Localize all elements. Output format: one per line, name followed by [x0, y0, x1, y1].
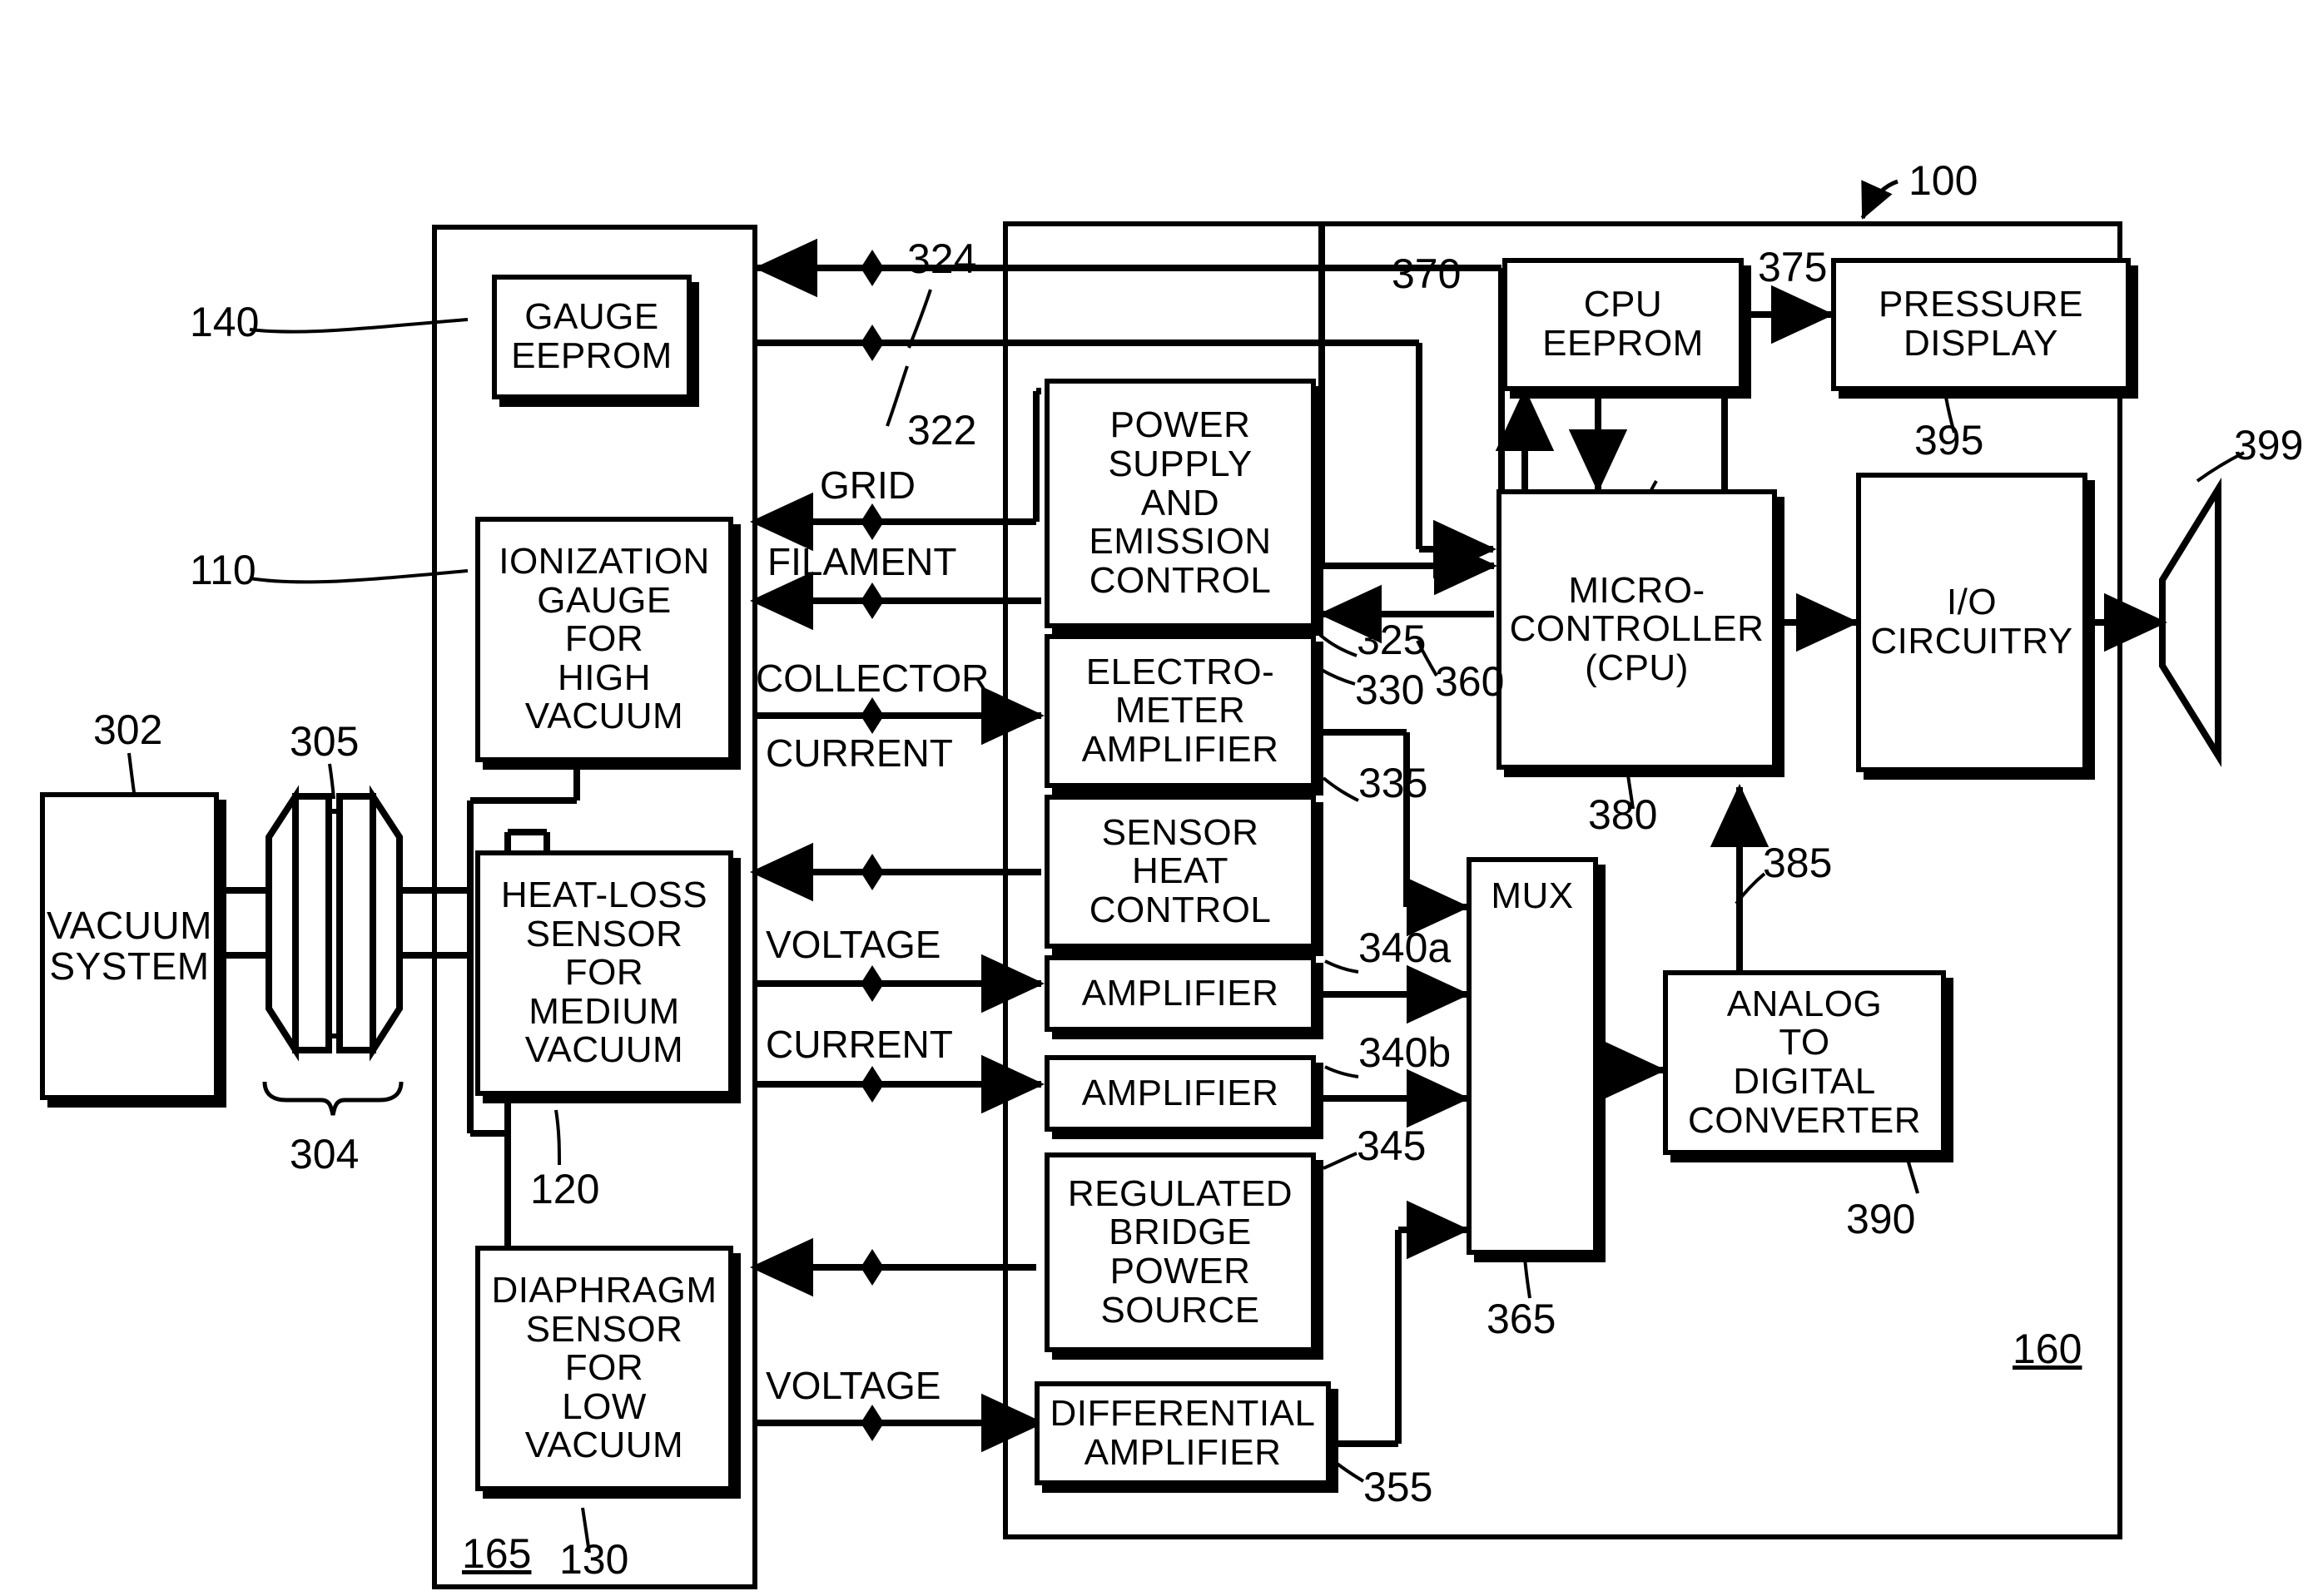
ref-324: 324	[907, 235, 977, 282]
block-heat-loss-sensor: HEAT-LOSS SENSOR FOR MEDIUM VACUUM	[475, 850, 733, 1096]
ref-302: 302	[93, 706, 163, 753]
block-label: CPU EEPROM	[1542, 284, 1704, 364]
ref-120: 120	[530, 1166, 600, 1212]
block-pressure-display: PRESSURE DISPLAY	[1831, 258, 2131, 391]
block-label: MUX	[1491, 875, 1574, 916]
block-label: VACUUM SYSTEM	[47, 904, 212, 988]
block-label: PRESSURE DISPLAY	[1878, 284, 2084, 364]
ref-345: 345	[1357, 1123, 1427, 1169]
block-label: AMPLIFIER	[1081, 972, 1279, 1014]
block-label: GAUGE EEPROM	[511, 296, 673, 376]
signal-label-ion-current: CURRENT	[766, 731, 953, 775]
signal-label-heatloss-current: CURRENT	[766, 1023, 953, 1066]
ref-370: 370	[1392, 250, 1462, 297]
ref-365: 365	[1487, 1296, 1556, 1342]
block-electrometer-amplifier: ELECTRO- METER AMPLIFIER	[1045, 634, 1316, 788]
block-amplifier-340b: AMPLIFIER	[1045, 1055, 1316, 1132]
block-label: I/O CIRCUITRY	[1870, 582, 2073, 662]
block-microcontroller: MICRO- CONTROLLER (CPU)	[1497, 489, 1777, 770]
ref-340a: 340a	[1358, 924, 1452, 971]
signal-label-heatloss-voltage: VOLTAGE	[766, 923, 941, 966]
block-amplifier-340a: AMPLIFIER	[1045, 955, 1316, 1032]
block-label: REGULATED BRIDGE POWER SOURCE	[1067, 1172, 1293, 1331]
ref-355: 355	[1363, 1464, 1433, 1510]
block-mux: MUX	[1467, 857, 1598, 1255]
block-vacuum-system: VACUUM SYSTEM	[40, 792, 219, 1100]
signal-label-grid: GRID	[820, 463, 916, 507]
ref-160: 160	[2013, 1326, 2082, 1372]
ref-165: 165	[462, 1530, 532, 1577]
ref-380: 380	[1588, 791, 1658, 838]
signal-label-collector: COLLECTOR	[756, 657, 990, 700]
block-sensor-heat-control: SENSOR HEAT CONTROL	[1045, 795, 1316, 949]
block-label: HEAT-LOSS SENSOR FOR MEDIUM VACUUM	[500, 874, 708, 1071]
block-ionization-gauge: IONIZATION GAUGE FOR HIGH VACUUM	[475, 517, 733, 762]
ref-399: 399	[2234, 422, 2304, 468]
ref-360: 360	[1435, 658, 1505, 705]
ref-335: 335	[1358, 760, 1428, 806]
block-cpu-eeprom: CPU EEPROM	[1502, 258, 1744, 391]
block-diaphragm-sensor: DIAPHRAGM SENSOR FOR LOW VACUUM	[475, 1246, 733, 1491]
signal-label-filament: FILAMENT	[767, 540, 957, 583]
block-io-circuitry: I/O CIRCUITRY	[1856, 473, 2087, 772]
ref-140: 140	[190, 299, 260, 345]
block-label: ANALOG TO DIGITAL CONVERTER	[1688, 983, 1921, 1141]
ref-110: 110	[190, 547, 256, 593]
block-label: ELECTRO- METER AMPLIFIER	[1081, 651, 1279, 770]
patent-figure: VACUUM SYSTEM GAUGE EEPROM IONIZATION GA…	[0, 0, 2313, 1596]
block-label: IONIZATION GAUGE FOR HIGH VACUUM	[499, 540, 710, 737]
block-gauge-eeprom: GAUGE EEPROM	[492, 275, 692, 399]
ref-395: 395	[1914, 417, 1984, 463]
ref-325: 325	[1357, 617, 1427, 663]
block-label: SENSOR HEAT CONTROL	[1089, 811, 1272, 930]
ref-340b: 340b	[1358, 1029, 1452, 1076]
ref-375: 375	[1758, 244, 1828, 290]
block-power-supply-emission-control: POWER SUPPLY AND EMISSION CONTROL	[1045, 379, 1316, 628]
ref-100: 100	[1908, 157, 1978, 204]
block-label: DIFFERENTIAL AMPLIFIER	[1050, 1392, 1316, 1473]
block-analog-to-digital-converter: ANALOG TO DIGITAL CONVERTER	[1663, 970, 1946, 1155]
block-label: MICRO- CONTROLLER (CPU)	[1509, 569, 1765, 688]
ref-322: 322	[907, 407, 977, 454]
ref-304: 304	[290, 1131, 360, 1177]
ref-130: 130	[559, 1536, 629, 1583]
ref-390: 390	[1846, 1196, 1916, 1242]
block-label: AMPLIFIER	[1081, 1072, 1279, 1113]
block-label: DIAPHRAGM SENSOR FOR LOW VACUUM	[491, 1269, 717, 1466]
ref-305: 305	[290, 718, 360, 765]
ref-385: 385	[1763, 840, 1833, 886]
ref-330: 330	[1355, 667, 1425, 713]
block-regulated-bridge-power-source: REGULATED BRIDGE POWER SOURCE	[1045, 1152, 1316, 1352]
block-differential-amplifier: DIFFERENTIAL AMPLIFIER	[1035, 1381, 1331, 1485]
signal-label-diaphragm-voltage: VOLTAGE	[766, 1364, 941, 1407]
block-label: POWER SUPPLY AND EMISSION CONTROL	[1089, 404, 1272, 601]
